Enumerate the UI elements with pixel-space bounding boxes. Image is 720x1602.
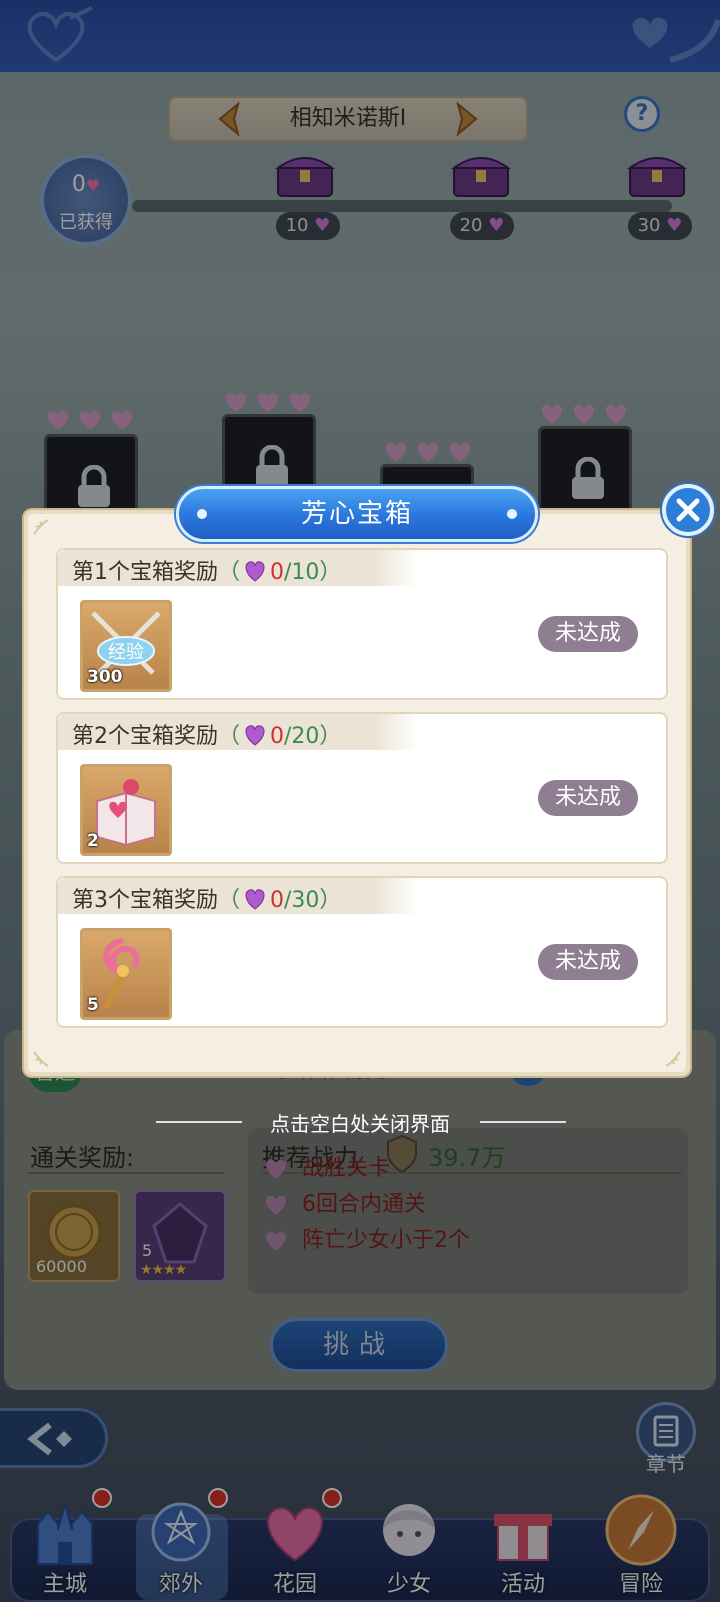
paren-open: （ — [218, 888, 241, 913]
item-count: 300 — [87, 667, 123, 687]
gift-box-item[interactable]: 2 — [80, 764, 172, 856]
row-header-text: 第3个宝箱奖励（ 0/30） — [72, 882, 341, 914]
chest-reward-row: 第2个宝箱奖励（ 0/20） 2 未达成 — [56, 712, 668, 864]
heart-chest-modal: 第1个宝箱奖励（ 0/10） 经验 300 未达成 第2个宝箱奖励（ 0/20） 2… — [24, 510, 690, 1076]
status-not-achieved: 未达成 — [538, 616, 638, 652]
row-header: 第3个宝箱奖励（ 0/30） — [58, 878, 418, 914]
item-text: 经验 — [108, 642, 144, 663]
progress-current: 0 — [270, 560, 285, 585]
item-count: 2 — [87, 831, 99, 851]
row-header: 第1个宝箱奖励（ 0/10） — [58, 550, 418, 586]
title-deco-dot — [507, 509, 517, 519]
heart-wand-item[interactable]: 5 — [80, 928, 172, 1020]
paren-open: （ — [218, 560, 241, 585]
progress-total: /10 — [284, 560, 320, 585]
progress-current: 0 — [270, 724, 285, 749]
chest-reward-row: 第3个宝箱奖励（ 0/30） 5 未达成 — [56, 876, 668, 1028]
modal-title: 芳心宝箱 — [300, 499, 413, 529]
progress-total: /30 — [284, 888, 320, 913]
progress-total: /20 — [284, 724, 320, 749]
close-button[interactable] — [662, 484, 714, 536]
paren-close: ） — [319, 560, 342, 585]
paren-open: （ — [218, 724, 241, 749]
row-label: 第2个宝箱奖励 — [72, 724, 218, 749]
row-header-text: 第1个宝箱奖励（ 0/10） — [72, 554, 341, 586]
close-icon — [676, 498, 700, 522]
status-not-achieved: 未达成 — [538, 780, 638, 816]
purple-heart-icon — [245, 889, 265, 910]
corner-ornament-icon — [33, 519, 49, 535]
purple-heart-icon — [245, 561, 265, 582]
hint-decoration — [480, 1121, 566, 1123]
corner-ornament-icon — [33, 1051, 49, 1067]
corner-ornament-icon — [665, 1051, 681, 1067]
purple-heart-icon — [245, 725, 265, 746]
status-not-achieved: 未达成 — [538, 944, 638, 980]
row-header: 第2个宝箱奖励（ 0/20） — [58, 714, 418, 750]
paren-close: ） — [319, 888, 342, 913]
modal-title-plate: 芳心宝箱 — [176, 486, 538, 542]
row-header-text: 第2个宝箱奖励（ 0/20） — [72, 718, 341, 750]
progress-current: 0 — [270, 888, 285, 913]
row-label: 第3个宝箱奖励 — [72, 888, 218, 913]
experience-item[interactable]: 经验 300 — [80, 600, 172, 692]
row-label: 第1个宝箱奖励 — [72, 560, 218, 585]
paren-close: ） — [319, 724, 342, 749]
chest-reward-row: 第1个宝箱奖励（ 0/10） 经验 300 未达成 — [56, 548, 668, 700]
item-count: 5 — [87, 995, 99, 1015]
